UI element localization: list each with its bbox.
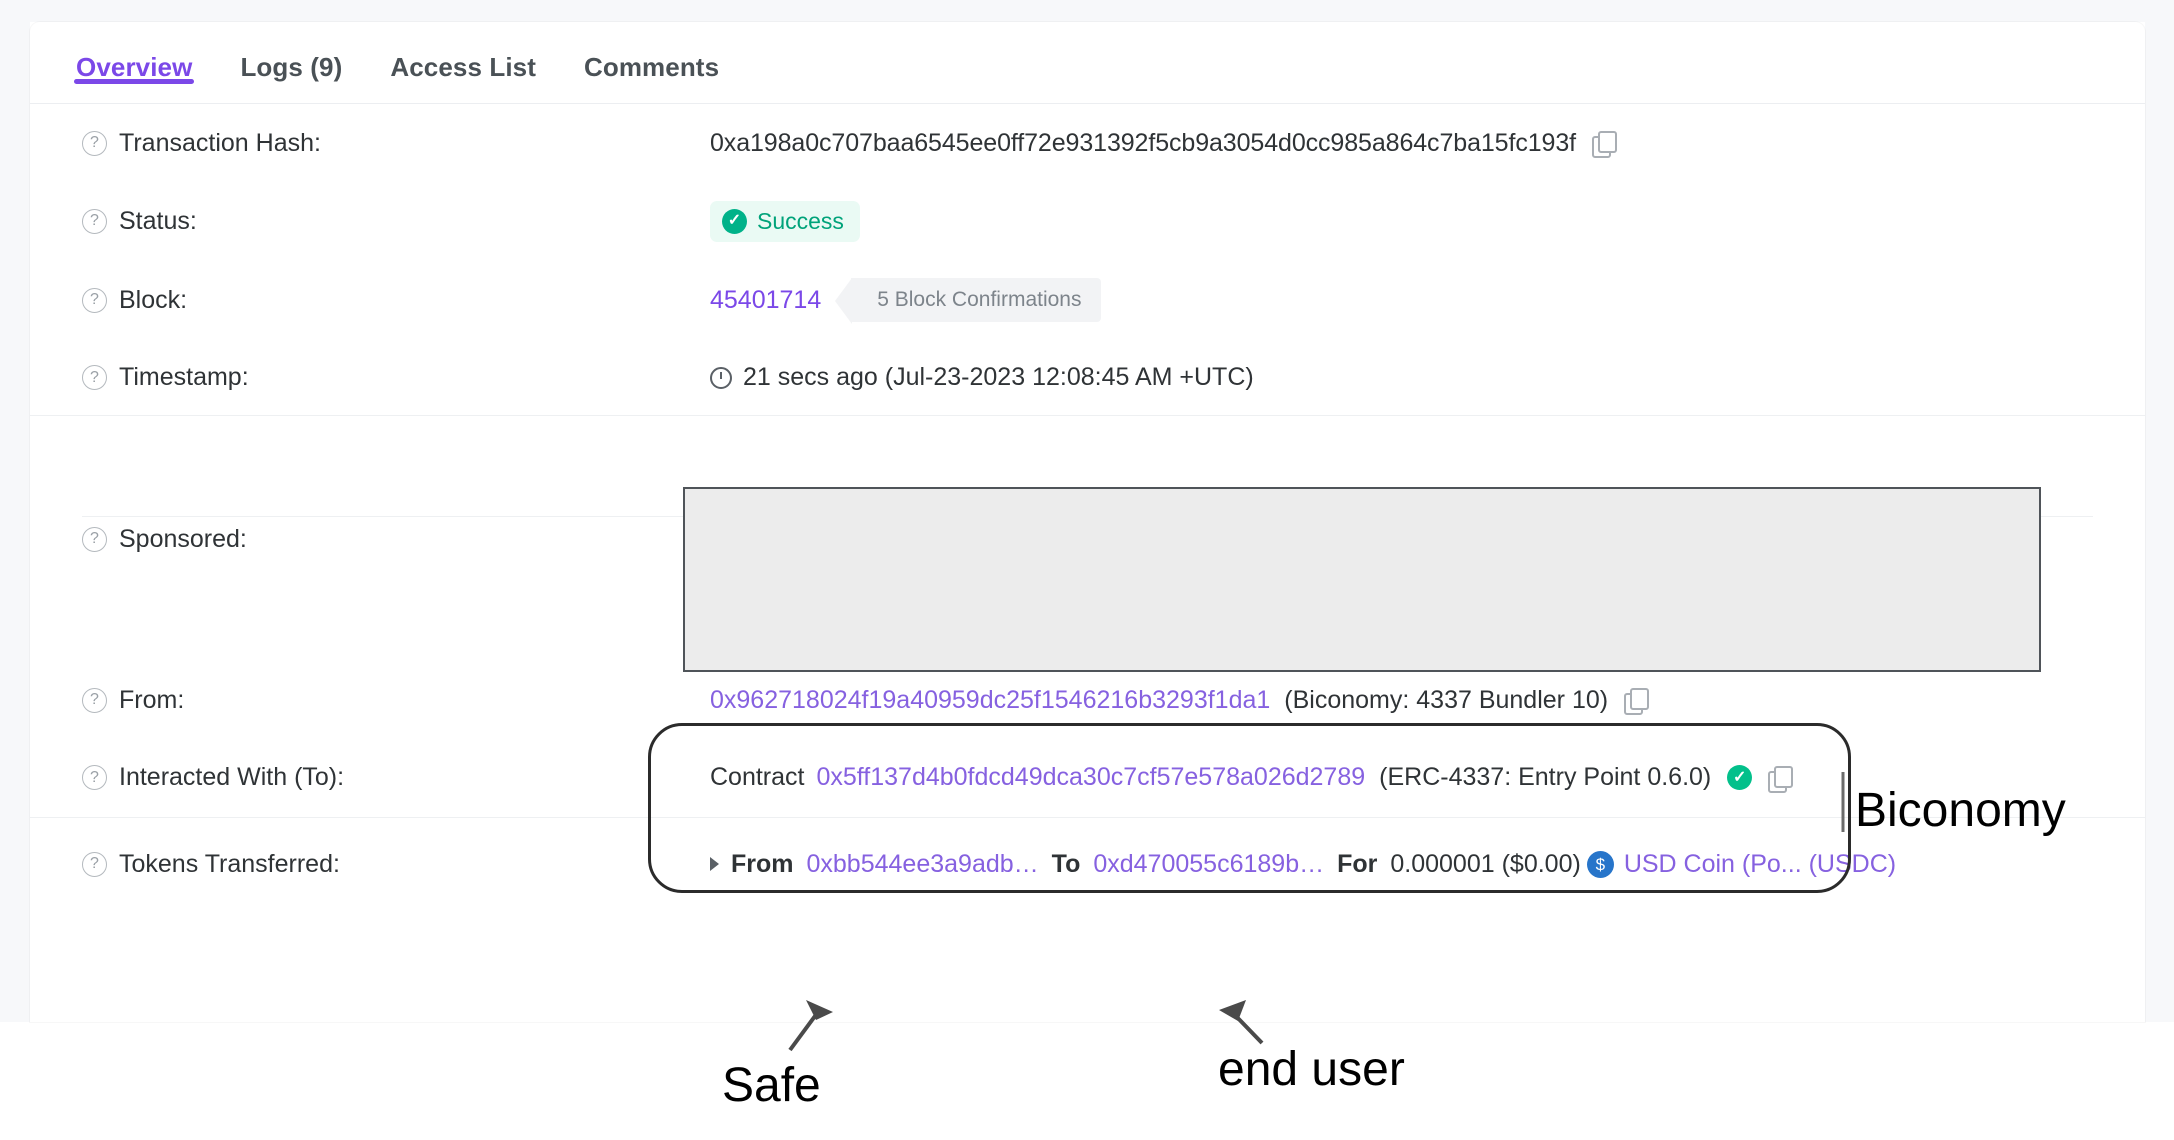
status-label-group: ? Status: xyxy=(82,207,710,236)
annotation-label-safe: Safe xyxy=(722,1059,821,1112)
status-badge: ✓ Success xyxy=(710,200,860,242)
block-number-link[interactable]: 45401714 xyxy=(710,286,821,315)
transfer-amount: 0.000001 ($0.00) xyxy=(1390,849,1581,878)
from-address-tag: (Biconomy: 4337 Bundler 10) xyxy=(1284,685,1609,714)
help-icon[interactable]: ? xyxy=(82,130,107,156)
tokens-transferred-label: Tokens Transferred: xyxy=(119,849,340,878)
row-tokens-transferred: ? Tokens Transferred: From 0xbb544ee3a9a… xyxy=(30,818,2145,906)
tab-comments-label: Comments xyxy=(583,52,720,82)
transaction-hash-label: Transaction Hash: xyxy=(119,128,321,157)
transfer-from-address-link[interactable]: 0xbb544ee3a9adb… xyxy=(807,850,1039,879)
row-interacted-with: ? Interacted With (To): Contract 0x5ff13… xyxy=(30,738,2145,818)
timestamp-label: Timestamp: xyxy=(119,363,249,391)
row-block: ? Block: 45401714 5 Block Confirmations xyxy=(30,260,2145,340)
token-name-link[interactable]: USD Coin (Po... (USDC) xyxy=(1624,850,1896,879)
help-icon[interactable]: ? xyxy=(82,687,107,713)
tab-bar: Overview Logs (9) Access List Comments xyxy=(30,22,2145,104)
clock-icon xyxy=(710,366,732,389)
help-icon[interactable]: ? xyxy=(82,851,107,877)
tab-overview[interactable]: Overview xyxy=(52,22,216,84)
from-address-link[interactable]: 0x962718024f19a40959dc25f1546216b3293f1d… xyxy=(710,686,1270,715)
copy-icon[interactable] xyxy=(1768,765,1794,793)
tokens-transferred-label-group: ? Tokens Transferred: xyxy=(82,850,710,879)
row-transaction-hash: ? Transaction Hash: 0xa198a0c707baa6545e… xyxy=(30,104,2145,182)
block-value-group: 45401714 5 Block Confirmations xyxy=(710,278,1102,324)
tab-overview-label: Overview xyxy=(76,52,193,82)
help-icon[interactable]: ? xyxy=(82,365,107,390)
interacted-with-value-group: Contract 0x5ff137d4b0fdcd49dca30c7cf57e5… xyxy=(710,763,1794,793)
copy-icon[interactable] xyxy=(1591,131,1617,158)
timestamp-value: 21 secs ago (Jul-23-2023 12:08:45 AM +UT… xyxy=(743,363,1254,391)
block-label-group: ? Block: xyxy=(82,286,710,315)
transaction-hash-label-group: ? Transaction Hash: xyxy=(82,129,710,158)
help-icon[interactable]: ? xyxy=(82,526,107,552)
row-status: ? Status: ✓ Success xyxy=(30,182,2145,260)
interacted-with-address-link[interactable]: 0x5ff137d4b0fdcd49dca30c7cf57e578a026d27… xyxy=(816,763,1365,792)
row-from: ? From: 0x962718024f19a40959dc25f1546216… xyxy=(30,662,2145,738)
transaction-hash-value: 0xa198a0c707baa6545ee0ff72e931392f5cb9a3… xyxy=(710,128,1576,157)
help-icon[interactable]: ? xyxy=(82,208,107,234)
help-icon[interactable]: ? xyxy=(82,765,107,790)
transfer-for-keyword: For xyxy=(1337,849,1378,878)
tab-logs-label: Logs (9) xyxy=(240,52,343,82)
timestamp-label-group: ? Timestamp: xyxy=(82,363,710,392)
interacted-with-label: Interacted With (To): xyxy=(119,763,345,791)
status-label: Status: xyxy=(119,206,197,235)
tab-access-list-label: Access List xyxy=(390,52,536,82)
annotation-label-end-user: end user xyxy=(1218,1043,1405,1096)
block-label: Block: xyxy=(119,285,188,314)
sponsored-label-group: ? Sponsored: xyxy=(82,525,710,554)
page-backdrop-top xyxy=(0,0,2174,22)
page-backdrop-bottom xyxy=(0,1022,2174,1140)
sponsored-ad-placeholder xyxy=(683,487,2041,672)
contract-prefix-label: Contract xyxy=(710,763,805,791)
interacted-with-label-group: ? Interacted With (To): xyxy=(82,763,710,792)
verified-contract-icon: ✓ xyxy=(1727,765,1753,790)
interacted-with-address-tag: (ERC-4337: Entry Point 0.6.0) xyxy=(1379,763,1712,791)
transfer-to-keyword: To xyxy=(1051,849,1081,878)
expand-caret-icon[interactable] xyxy=(710,857,719,871)
usdc-token-icon: $ xyxy=(1586,850,1614,878)
copy-icon[interactable] xyxy=(1624,688,1650,715)
sponsored-label: Sponsored: xyxy=(119,524,247,553)
annotation-label-biconomy: Biconomy xyxy=(1855,784,2066,837)
page-backdrop-right xyxy=(2145,0,2174,1022)
tokens-transferred-value-group: From 0xbb544ee3a9adb… To 0xd470055c6189b… xyxy=(710,850,1896,879)
transaction-details-page: Overview Logs (9) Access List Comments ?… xyxy=(0,0,2174,1140)
transfer-to-address-link[interactable]: 0xd470055c6189b… xyxy=(1093,850,1324,879)
tab-comments[interactable]: Comments xyxy=(560,22,743,83)
check-circle-icon: ✓ xyxy=(722,208,747,234)
transfer-from-keyword: From xyxy=(731,849,794,878)
tab-logs[interactable]: Logs (9) xyxy=(216,22,366,83)
transaction-hash-value-group: 0xa198a0c707baa6545ee0ff72e931392f5cb9a3… xyxy=(710,128,1617,158)
tab-access-list[interactable]: Access List xyxy=(366,22,560,83)
from-label: From: xyxy=(119,685,185,714)
status-value-group: ✓ Success xyxy=(710,200,860,242)
row-timestamp: ? Timestamp: 21 secs ago (Jul-23-2023 12… xyxy=(30,340,2145,416)
status-badge-label: Success xyxy=(757,207,844,234)
block-confirmations-chip: 5 Block Confirmations xyxy=(835,278,1102,324)
timestamp-value-group: 21 secs ago (Jul-23-2023 12:08:45 AM +UT… xyxy=(710,363,1254,392)
from-label-group: ? From: xyxy=(82,686,710,715)
help-icon[interactable]: ? xyxy=(82,287,107,313)
from-value-group: 0x962718024f19a40959dc25f1546216b3293f1d… xyxy=(710,685,1650,715)
page-backdrop-left xyxy=(0,0,30,1022)
